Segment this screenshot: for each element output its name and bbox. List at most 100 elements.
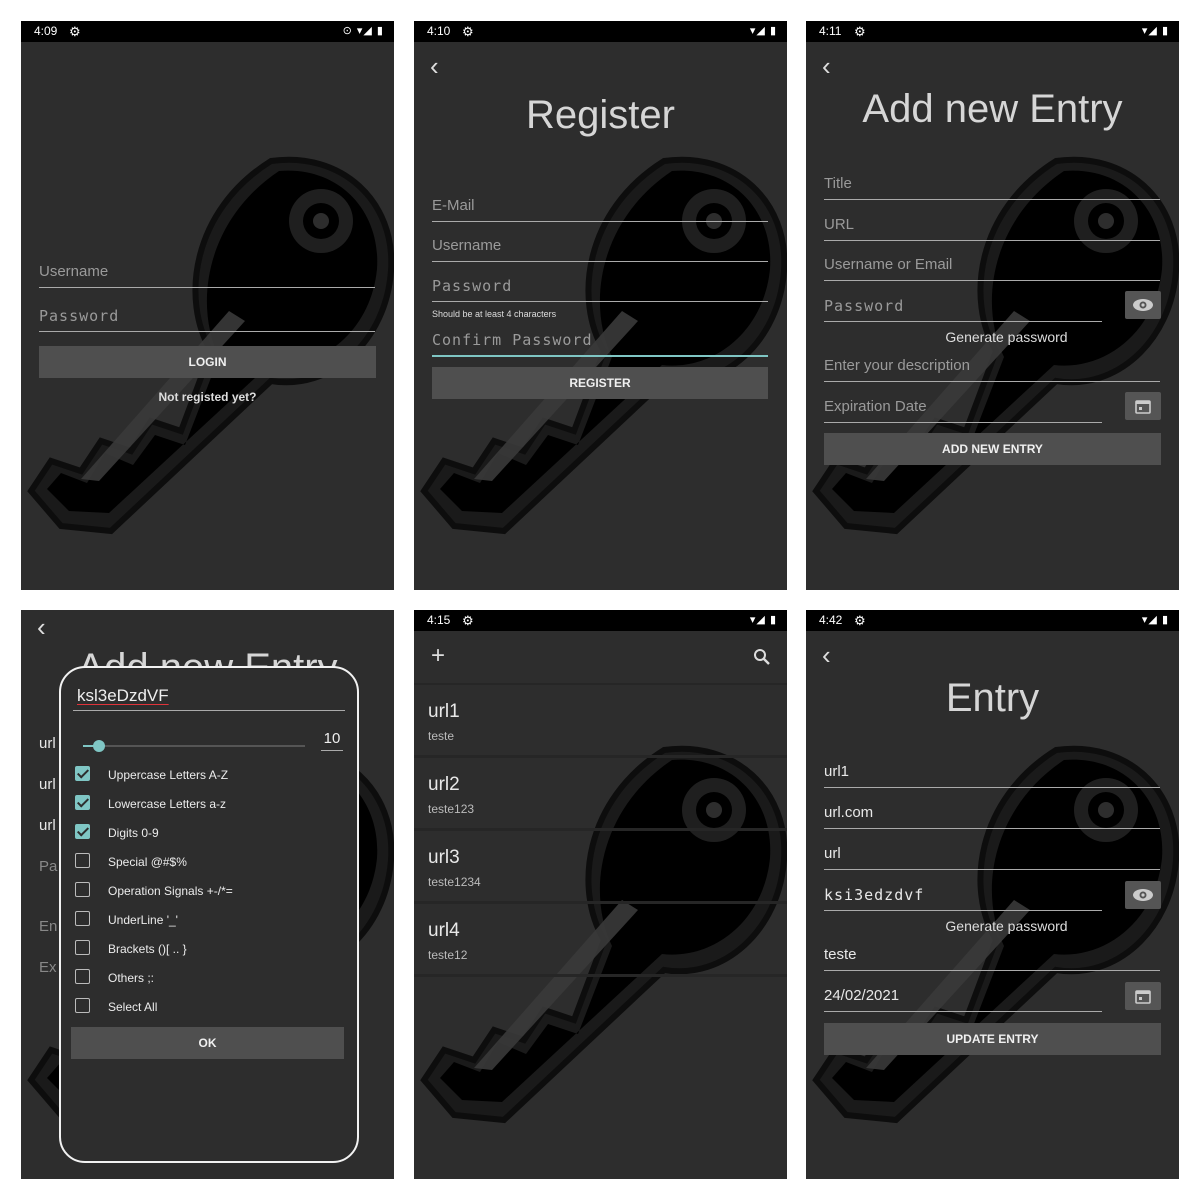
list-item-title: url2 xyxy=(428,774,460,795)
password-field[interactable]: Password xyxy=(824,297,1102,322)
list-item-title: url4 xyxy=(428,920,460,941)
status-icons: ▾◢ ▮ xyxy=(1141,25,1169,37)
status-bar: 4:10 ⚙ ▾◢ ▮ xyxy=(414,21,787,42)
list-item[interactable]: url4 teste12 xyxy=(414,904,787,977)
generated-password[interactable]: ksl3eDzdVF xyxy=(73,686,345,711)
expiration-field[interactable]: 24/02/2021 xyxy=(824,987,1102,1012)
option-label: Digits 0-9 xyxy=(108,826,159,840)
add-entry-screen: 4:11 ⚙ ▾◢ ▮ ‹ Add new Entry Title URL Us… xyxy=(806,21,1179,590)
list-screen: 4:15 ⚙ ▾◢ ▮ + url1 teste url2 teste123 url3 t… xyxy=(414,610,787,1179)
length-slider[interactable] xyxy=(83,740,305,752)
checkbox[interactable] xyxy=(75,911,90,926)
generator-screen: ‹ Add new Entry url url url Pa En Ex ksl… xyxy=(21,610,394,1179)
list-item[interactable]: url2 teste123 xyxy=(414,758,787,831)
username-field[interactable]: Username xyxy=(432,237,768,262)
password-hint: Should be at least 4 characters xyxy=(432,309,557,319)
list-item-title: url3 xyxy=(428,847,460,868)
app-bar: + xyxy=(414,631,787,685)
login-screen: 4:09 ⚙ ⊙ ▾◢ ▮ Username Password LOGIN No… xyxy=(21,21,394,590)
confirm-password-field[interactable]: Confirm Password xyxy=(432,331,768,357)
url-field[interactable]: URL xyxy=(824,216,1160,241)
page-title: Register xyxy=(526,93,675,137)
password-field[interactable]: Password xyxy=(432,277,768,302)
list-item-subtitle: teste xyxy=(428,729,455,743)
status-time: 4:10 xyxy=(427,24,451,38)
gear-icon: ⚙ xyxy=(69,24,81,39)
option-label: Special @#$% xyxy=(108,855,187,869)
password-field[interactable]: ksi3edzdvf xyxy=(824,886,1102,911)
username-field[interactable]: url xyxy=(824,845,1160,870)
list-item[interactable]: url3 teste1234 xyxy=(414,831,787,904)
gear-icon: ⚙ xyxy=(462,24,474,39)
checkbox[interactable] xyxy=(75,795,90,810)
status-time: 4:09 xyxy=(34,24,58,38)
ok-button[interactable]: OK xyxy=(71,1027,344,1059)
add-entry-button[interactable]: ADD NEW ENTRY xyxy=(824,433,1161,465)
login-button[interactable]: LOGIN xyxy=(39,346,376,378)
status-bar: 4:42 ⚙ ▾◢ ▮ xyxy=(806,610,1179,631)
page-title: Entry xyxy=(945,676,1040,720)
status-icons: ▾◢ ▮ xyxy=(749,614,777,626)
register-link[interactable]: Not registed yet? xyxy=(21,390,394,404)
list-item[interactable]: url1 teste xyxy=(414,685,787,758)
register-button[interactable]: REGISTER xyxy=(432,367,768,399)
behind-field: Pa xyxy=(39,858,58,875)
status-icons: ⊙ ▾◢ ▮ xyxy=(342,25,384,37)
url-field[interactable]: url.com xyxy=(824,804,1160,829)
generate-password-link[interactable]: Generate password xyxy=(806,918,1179,934)
back-icon[interactable]: ‹ xyxy=(822,53,831,79)
option-label: Lowercase Letters a-z xyxy=(108,797,227,811)
gear-icon: ⚙ xyxy=(854,613,866,628)
password-generator-dialog: ksl3eDzdVF 10 Uppercase Letters A-Z Lower… xyxy=(59,666,359,1163)
expiration-field[interactable]: Expiration Date xyxy=(824,398,1102,423)
checkbox[interactable] xyxy=(75,824,90,839)
checkbox[interactable] xyxy=(75,766,90,781)
title-field[interactable]: url1 xyxy=(824,763,1160,788)
eye-icon[interactable] xyxy=(1125,291,1161,319)
calendar-icon[interactable] xyxy=(1125,392,1161,420)
calendar-icon[interactable] xyxy=(1125,982,1161,1010)
description-field[interactable]: teste xyxy=(824,946,1160,971)
checkbox[interactable] xyxy=(75,940,90,955)
back-icon[interactable]: ‹ xyxy=(822,642,831,668)
username-field[interactable]: Username or Email xyxy=(824,256,1160,281)
status-icons: ▾◢ ▮ xyxy=(749,25,777,37)
gear-icon: ⚙ xyxy=(854,24,866,39)
search-icon[interactable] xyxy=(753,648,771,666)
option-label: Uppercase Letters A-Z xyxy=(108,768,229,782)
list-item-subtitle: teste1234 xyxy=(428,875,481,889)
behind-field: url xyxy=(39,735,56,752)
page-title: Add new Entry xyxy=(862,87,1123,131)
generated-password-text: ksl3eDzdVF xyxy=(77,686,169,705)
status-time: 4:42 xyxy=(819,613,843,627)
description-field[interactable]: Enter your description xyxy=(824,357,1160,382)
behind-field: url xyxy=(39,776,56,793)
list-item-title: url1 xyxy=(428,701,460,722)
register-screen: 4:10 ⚙ ▾◢ ▮ ‹ Register E-Mail Username P… xyxy=(414,21,787,590)
update-entry-button[interactable]: UPDATE ENTRY xyxy=(824,1023,1161,1055)
generate-password-link[interactable]: Generate password xyxy=(806,329,1179,345)
option-label: UnderLine '_' xyxy=(108,913,178,927)
title-field[interactable]: Title xyxy=(824,175,1160,200)
list-item-subtitle: teste12 xyxy=(428,948,468,962)
status-bar: 4:15 ⚙ ▾◢ ▮ xyxy=(414,610,787,631)
add-icon[interactable]: + xyxy=(431,642,445,670)
email-field[interactable]: E-Mail xyxy=(432,197,768,222)
password-field[interactable]: Password xyxy=(39,307,375,332)
checkbox[interactable] xyxy=(75,882,90,897)
status-time: 4:15 xyxy=(427,613,451,627)
behind-field: En xyxy=(39,918,58,935)
checkbox[interactable] xyxy=(75,998,90,1013)
length-field[interactable]: 10 xyxy=(321,730,343,751)
checkbox[interactable] xyxy=(75,969,90,984)
back-icon[interactable]: ‹ xyxy=(430,53,439,79)
back-icon[interactable]: ‹ xyxy=(37,614,46,640)
status-bar: 4:09 ⚙ ⊙ ▾◢ ▮ xyxy=(21,21,394,42)
checkbox[interactable] xyxy=(75,853,90,868)
slider-thumb[interactable] xyxy=(92,740,105,752)
option-label: Others ;: xyxy=(108,971,155,985)
option-label: Operation Signals +-/*= xyxy=(108,884,233,898)
eye-icon[interactable] xyxy=(1125,881,1161,909)
status-time: 4:11 xyxy=(819,24,842,38)
username-field[interactable]: Username xyxy=(39,263,375,288)
